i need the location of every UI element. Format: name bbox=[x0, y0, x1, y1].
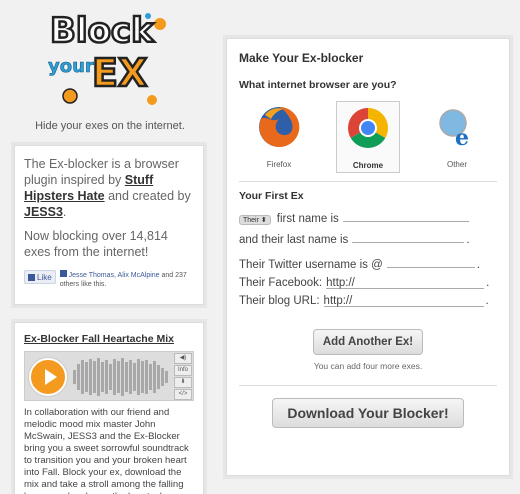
facebook-row: Their Facebook: http:// . bbox=[239, 277, 490, 289]
blocking-count: 14,814 bbox=[129, 229, 168, 243]
twitter-row: Their Twitter username is @ . bbox=[239, 256, 497, 271]
chrome-icon bbox=[348, 108, 388, 148]
svg-text:e: e bbox=[455, 125, 469, 149]
ex-blocker-form-panel: Make Your Ex-blocker What internet brows… bbox=[226, 38, 510, 476]
add-another-ex-button[interactable]: Add Another Ex! bbox=[313, 329, 423, 355]
player-controls: ◀) Info ⬇ </> bbox=[174, 353, 192, 400]
panel-title: Make Your Ex-blocker bbox=[239, 51, 364, 65]
browser-option-chrome[interactable]: Chrome bbox=[336, 101, 400, 173]
add-hint: You can add four more exes. bbox=[313, 361, 423, 371]
browser-name: Firefox bbox=[266, 160, 292, 169]
last-name-row: and their last name is . bbox=[239, 231, 497, 246]
divider bbox=[239, 385, 497, 386]
facebook-icon bbox=[59, 270, 67, 277]
jess3-link[interactable]: JESS3 bbox=[24, 205, 63, 219]
volume-icon[interactable]: ◀) bbox=[174, 353, 192, 364]
blog-row: Their blog URL: http:// . bbox=[239, 295, 489, 307]
logo-word-your: your bbox=[48, 56, 94, 77]
first-ex-heading: Your First Ex bbox=[239, 190, 304, 202]
info-card: The Ex-blocker is a browser plugin inspi… bbox=[14, 145, 204, 305]
tagline: Hide your exes on the internet. bbox=[35, 120, 185, 132]
divider bbox=[239, 181, 497, 182]
waveform[interactable] bbox=[73, 356, 173, 398]
last-name-input[interactable] bbox=[352, 231, 465, 243]
liker-names[interactable]: Jesse Thomas, Alix McAlpine bbox=[69, 272, 160, 279]
info-text: The Ex-blocker is a browser plugin inspi… bbox=[24, 157, 191, 219]
info-button[interactable]: Info bbox=[174, 365, 192, 376]
mix-title-link[interactable]: Ex-Blocker Fall Heartache Mix bbox=[24, 333, 194, 345]
facebook-icon bbox=[28, 273, 35, 281]
block-your-ex-logo: Block your EX bbox=[48, 10, 166, 105]
facebook-input[interactable]: http:// bbox=[326, 277, 485, 289]
mix-card: Ex-Blocker Fall Heartache Mix ◀) Info ⬇ … bbox=[14, 322, 204, 494]
first-name-input[interactable] bbox=[342, 210, 469, 222]
browser-name: Other bbox=[446, 160, 467, 169]
like-count-text: Jesse Thomas, Alix McAlpine and 237 othe… bbox=[59, 270, 187, 288]
safari-ie-icon: e bbox=[439, 109, 469, 151]
browser-option-firefox[interactable]: Firefox bbox=[247, 101, 311, 173]
browser-option-other[interactable]: e Other bbox=[425, 101, 489, 173]
browser-question: What internet browser are you? bbox=[239, 79, 397, 91]
download-icon[interactable]: ⬇ bbox=[174, 377, 192, 388]
first-name-row: Their ⬍ first name is bbox=[239, 210, 497, 225]
browser-picker: Firefox Chrome e Other bbox=[239, 101, 497, 173]
download-blocker-button[interactable]: Download Your Blocker! bbox=[272, 398, 464, 428]
firefox-icon bbox=[259, 106, 300, 147]
play-button[interactable] bbox=[29, 358, 67, 396]
logo-word-block: Block bbox=[50, 11, 155, 51]
mix-description: In collaboration with our friend and mel… bbox=[24, 407, 189, 494]
logo-word-ex: EX bbox=[92, 51, 147, 95]
browser-name: Chrome bbox=[352, 161, 384, 170]
embed-button[interactable]: </> bbox=[174, 389, 192, 400]
blocking-count-text: Now blocking over 14,814 exes from the i… bbox=[24, 229, 168, 259]
page: Block your EX Hide your exes on the inte… bbox=[0, 0, 520, 494]
pronoun-select[interactable]: Their ⬍ bbox=[239, 215, 271, 225]
audio-player: ◀) Info ⬇ </> bbox=[24, 351, 194, 401]
blog-url-input[interactable]: http:// bbox=[323, 295, 484, 307]
twitter-input[interactable] bbox=[386, 256, 475, 268]
facebook-like-button[interactable]: Like bbox=[24, 270, 56, 284]
facebook-like-row: Like Jesse Thomas, Alix McAlpine and 237… bbox=[24, 270, 194, 289]
